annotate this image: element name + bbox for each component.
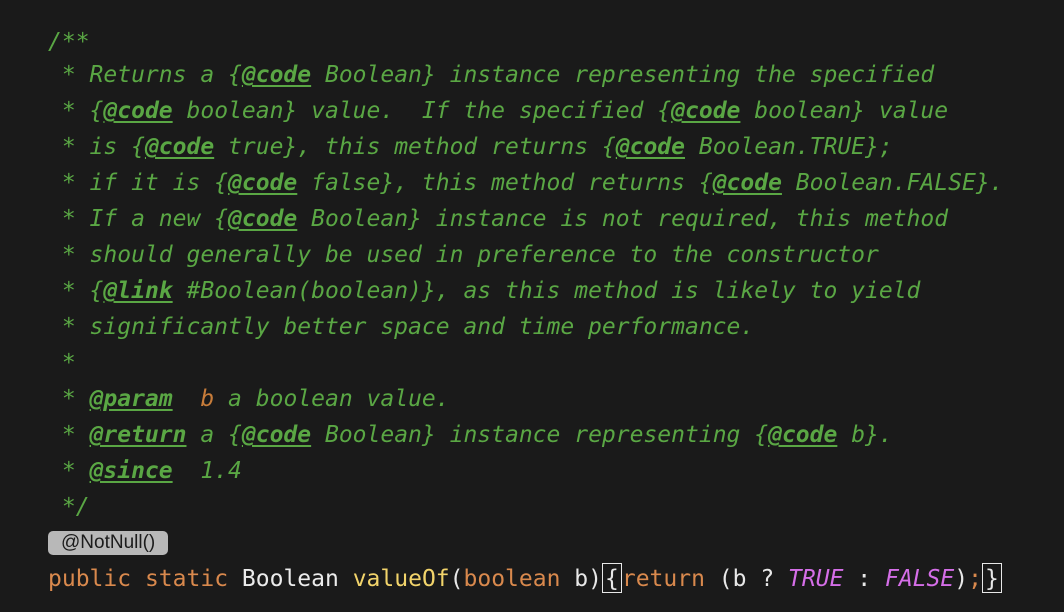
doc-line: * Returns a {@code Boolean} instance rep… bbox=[48, 62, 935, 88]
doc-return-line: * @return a {@code Boolean} instance rep… bbox=[48, 422, 893, 448]
doc-tag[interactable]: @code bbox=[228, 170, 297, 196]
doc-link-tag[interactable]: @link bbox=[103, 278, 172, 304]
doc-line: * is {@code true}, this method returns {… bbox=[48, 134, 893, 160]
doc-tag[interactable]: @code bbox=[671, 98, 740, 124]
keyword-static: static bbox=[144, 566, 229, 592]
doc-comment-open: /** bbox=[48, 29, 90, 55]
notnull-annotation-badge[interactable]: @NotNull() bbox=[48, 531, 169, 555]
doc-since-tag[interactable]: @since bbox=[90, 458, 173, 484]
method-name[interactable]: valueOf bbox=[353, 566, 450, 592]
doc-param-tag[interactable]: @param bbox=[90, 386, 173, 412]
doc-tag[interactable]: @code bbox=[228, 206, 297, 232]
code-editor[interactable]: /** * Returns a {@code Boolean} instance… bbox=[0, 0, 1064, 612]
doc-param-line: * @param b a boolean value. bbox=[48, 386, 450, 412]
doc-line: * should generally be used in preference… bbox=[48, 242, 879, 268]
doc-tag[interactable]: @code bbox=[242, 62, 311, 88]
doc-line: * {@code boolean} value. If the specifie… bbox=[48, 98, 949, 124]
constant-true[interactable]: TRUE bbox=[788, 566, 843, 592]
doc-tag[interactable]: @code bbox=[768, 422, 837, 448]
doc-line: * If a new {@code Boolean} instance is n… bbox=[48, 206, 949, 232]
doc-tag[interactable]: @code bbox=[103, 98, 172, 124]
doc-tag[interactable]: @code bbox=[616, 134, 685, 160]
doc-line: * significantly better space and time pe… bbox=[48, 314, 755, 340]
folded-brace-close[interactable]: } bbox=[981, 562, 1002, 593]
return-type[interactable]: Boolean bbox=[242, 566, 339, 592]
doc-line: * {@link #Boolean(boolean)}, as this met… bbox=[48, 278, 921, 304]
doc-line-empty: * bbox=[48, 350, 90, 376]
doc-since-line: * @since 1.4 bbox=[48, 458, 242, 484]
param-type: boolean bbox=[463, 566, 561, 592]
doc-comment-close: */ bbox=[48, 494, 90, 520]
constant-false[interactable]: FALSE bbox=[885, 566, 954, 592]
doc-line: * if it is {@code false}, this method re… bbox=[48, 170, 1004, 196]
doc-tag[interactable]: @code bbox=[713, 170, 782, 196]
folded-brace-open[interactable]: { bbox=[601, 562, 622, 593]
doc-return-tag[interactable]: @return bbox=[90, 422, 187, 448]
method-declaration[interactable]: public static Boolean valueOf(boolean b)… bbox=[48, 561, 1002, 597]
doc-param-name: b bbox=[200, 386, 215, 412]
keyword-return: return bbox=[621, 566, 705, 592]
keyword-public: public bbox=[48, 566, 132, 592]
doc-tag[interactable]: @code bbox=[242, 422, 311, 448]
doc-tag[interactable]: @code bbox=[145, 134, 214, 160]
